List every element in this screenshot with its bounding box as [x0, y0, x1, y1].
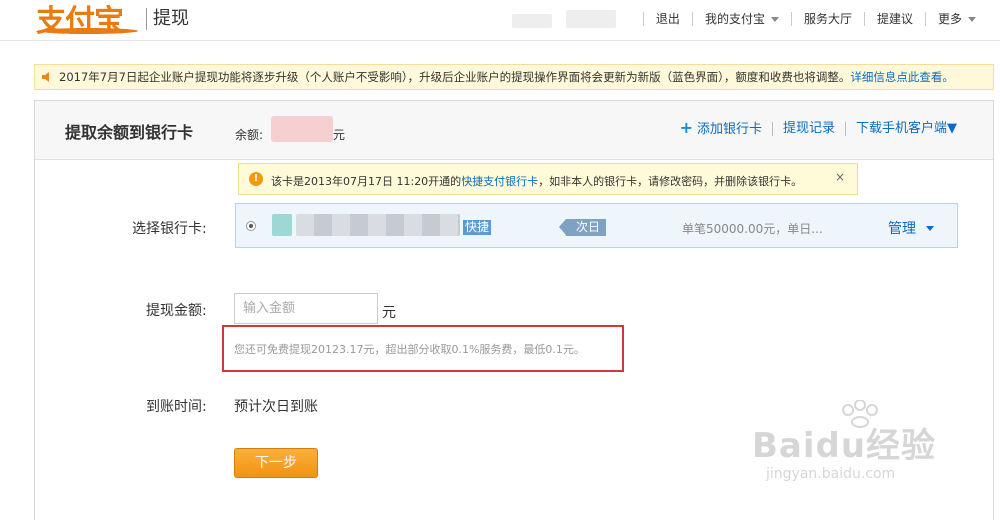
quick-pay-card-link[interactable]: 快捷支付银行卡 — [461, 175, 538, 188]
amount-unit: 元 — [382, 305, 396, 321]
download-client-link[interactable]: 下载手机客户端▼ — [845, 122, 967, 136]
tip-suffix: ，如非本人的银行卡，请修改密码，并删除该银行卡。 — [538, 175, 803, 188]
link-label: 添加银行卡 — [696, 122, 762, 137]
card-title: 提取余额到银行卡 — [65, 123, 194, 142]
top-header: 支付宝 提现 退出 我的支付宝 服务大厅 提建议 更多 — [0, 0, 1000, 41]
balance-label: 余额: — [235, 128, 264, 142]
page-title: 提现 — [146, 8, 189, 30]
free-withdraw-hint: 您还可免费提现20123.17元，超出部分收取0.1%服务费，最低0.1元。 — [234, 343, 585, 356]
quick-pay-tag: 快捷 — [463, 220, 492, 235]
blurred-card-number — [296, 214, 460, 236]
notice-text: 2017年7月7日起企业账户提现功能将逐步升级（个人账户不受影响），升级后企业账… — [59, 69, 954, 85]
manage-card-dropdown[interactable]: 管理 — [888, 218, 934, 238]
plus-icon: + — [679, 118, 693, 137]
notice-bar: 2017年7月7日起企业账户提现功能将逐步升级（个人账户不受影响），升级后企业账… — [34, 64, 994, 90]
security-tip: ! 该卡是2013年07月17日 11:20开通的快捷支付银行卡，如非本人的银行… — [238, 163, 858, 195]
nav-suggest[interactable]: 提建议 — [863, 12, 925, 26]
manage-label: 管理 — [888, 221, 916, 237]
nav-service-hall[interactable]: 服务大厅 — [790, 12, 864, 26]
nav-label: 退出 — [655, 12, 680, 26]
nav-label: 我的支付宝 — [704, 12, 765, 26]
nav-label: 提建议 — [876, 12, 913, 26]
eta-value: 预计次日到账 — [234, 399, 318, 415]
highlight-box: 您还可免费提现20123.17元，超出部分收取0.1%服务费，最低0.1元。 — [222, 325, 624, 372]
balance-value-blurred — [271, 116, 333, 142]
blurred-user-info — [512, 14, 552, 28]
tip-text: 该卡是2013年07月17日 11:20开通的快捷支付银行卡，如非本人的银行卡，… — [271, 173, 802, 189]
select-card-label: 选择银行卡: — [132, 221, 207, 237]
next-day-tag: 次日 — [558, 219, 607, 236]
warning-icon: ! — [249, 172, 263, 186]
logo-swoosh — [38, 28, 138, 34]
add-bank-card-link[interactable]: + 添加银行卡 — [670, 118, 772, 137]
chevron-down-icon — [926, 225, 934, 231]
card-limit-text: 单笔50000.00元，单日... — [682, 222, 823, 236]
baidu-watermark: Baidu经验 jingyan.baidu.com — [752, 400, 972, 510]
nav-my-alipay[interactable]: 我的支付宝 — [691, 12, 791, 26]
watermark-brand: Baidu经验 — [752, 426, 937, 466]
notice-detail-link[interactable]: 详细信息点此查看。 — [850, 70, 954, 84]
card-header-links: + 添加银行卡 提现记录 下载手机客户端▼ — [670, 118, 967, 137]
nav-more[interactable]: 更多 — [924, 12, 988, 26]
withdraw-records-link[interactable]: 提现记录 — [771, 122, 845, 136]
alipay-logo[interactable]: 支付宝 — [36, 0, 140, 39]
bank-card-radio[interactable] — [246, 221, 256, 231]
bank-card-option[interactable]: 快捷 次日 单笔50000.00元，单日... 管理 — [235, 203, 958, 248]
amount-label: 提现金额: — [146, 303, 207, 319]
nav-label: 更多 — [937, 12, 962, 26]
next-step-button[interactable]: 下一步 — [234, 448, 318, 478]
top-nav: 退出 我的支付宝 服务大厅 提建议 更多 — [642, 12, 988, 26]
notice-message: 2017年7月7日起企业账户提现功能将逐步升级（个人账户不受影响），升级后企业账… — [59, 70, 851, 84]
blurred-user-info — [566, 10, 616, 28]
watermark-url: jingyan.baidu.com — [766, 466, 896, 482]
nav-logout[interactable]: 退出 — [642, 12, 692, 26]
chevron-down-icon — [968, 16, 976, 22]
close-icon[interactable]: × — [835, 170, 845, 184]
nav-label: 服务大厅 — [803, 12, 852, 26]
speaker-icon — [42, 72, 49, 82]
eta-label: 到账时间: — [146, 399, 207, 415]
card-header: 提取余额到银行卡 余额: 元 + 添加银行卡 提现记录 下载手机客户端▼ — [35, 101, 993, 160]
blurred-bank-logo — [272, 214, 292, 236]
amount-input[interactable] — [234, 293, 378, 324]
tip-prefix: 该卡是2013年07月17日 11:20开通的 — [271, 175, 462, 188]
logo-text: 支付宝 — [36, 4, 124, 39]
chevron-down-icon — [770, 16, 779, 22]
balance-unit: 元 — [333, 128, 346, 142]
